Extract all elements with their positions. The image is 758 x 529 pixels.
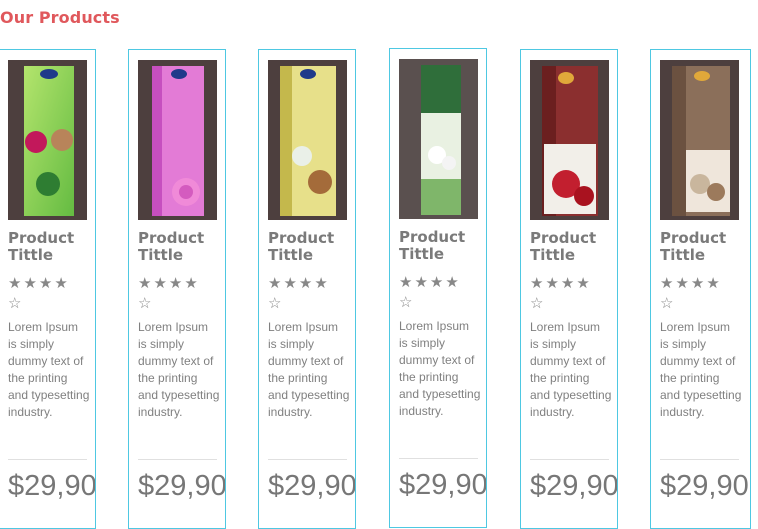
- star-rating: ★★★★☆: [138, 275, 200, 312]
- divider: [660, 459, 739, 460]
- product-card[interactable]: Product Tittle ★★★★☆ Lorem Ipsum is simp…: [389, 48, 487, 528]
- divider: [268, 459, 347, 460]
- product-price: $29,90: [399, 469, 487, 501]
- product-title[interactable]: Product Tittle: [530, 230, 614, 264]
- star-rating: ★★★★☆: [8, 275, 70, 312]
- product-description: Lorem Ipsum is simply dummy text of the …: [660, 320, 742, 419]
- product-card[interactable]: Product Tittle ★★★★☆ Lorem Ipsum is simp…: [520, 49, 618, 529]
- product-description: Lorem Ipsum is simply dummy text of the …: [530, 320, 612, 419]
- product-card[interactable]: Product Tittle ★★★★☆ Lorem Ipsum is simp…: [0, 49, 96, 529]
- product-image[interactable]: [530, 60, 609, 220]
- product-card[interactable]: Product Tittle ★★★★☆ Lorem Ipsum is simp…: [128, 49, 226, 529]
- divider: [8, 459, 87, 460]
- product-price: $29,90: [530, 470, 618, 502]
- product-description: Lorem Ipsum is simply dummy text of the …: [399, 319, 481, 418]
- star-rating: ★★★★☆: [399, 274, 461, 311]
- product-price: $29,90: [138, 470, 226, 502]
- product-title[interactable]: Product Tittle: [399, 229, 483, 263]
- product-box-icon: [399, 59, 478, 219]
- product-title[interactable]: Product Tittle: [138, 230, 222, 264]
- product-box-icon: [138, 60, 217, 220]
- star-rating: ★★★★☆: [660, 275, 722, 312]
- product-box-icon: [268, 60, 347, 220]
- product-box-icon: [8, 60, 87, 220]
- product-card[interactable]: Product Tittle ★★★★☆ Lorem Ipsum is simp…: [258, 49, 356, 529]
- star-rating: ★★★★☆: [530, 275, 592, 312]
- product-price: $29,90: [268, 470, 356, 502]
- product-image[interactable]: [8, 60, 87, 220]
- product-price: $29,90: [660, 470, 749, 502]
- product-box-icon: [530, 60, 609, 220]
- product-description: Lorem Ipsum is simply dummy text of the …: [8, 320, 90, 419]
- star-rating: ★★★★☆: [268, 275, 330, 312]
- product-image[interactable]: [268, 60, 347, 220]
- product-image[interactable]: [138, 60, 217, 220]
- divider: [399, 458, 478, 459]
- product-title[interactable]: Product Tittle: [8, 230, 92, 264]
- product-title[interactable]: Product Tittle: [660, 230, 744, 264]
- product-description: Lorem Ipsum is simply dummy text of the …: [138, 320, 220, 419]
- product-card[interactable]: Product Tittle ★★★★☆ Lorem Ipsum is simp…: [650, 49, 751, 529]
- product-image[interactable]: [660, 60, 739, 220]
- product-image[interactable]: [399, 59, 478, 219]
- product-price: $29,90: [8, 470, 96, 502]
- product-title[interactable]: Product Tittle: [268, 230, 352, 264]
- section-title: Our Products: [0, 8, 120, 27]
- divider: [530, 459, 609, 460]
- product-description: Lorem Ipsum is simply dummy text of the …: [268, 320, 350, 419]
- product-box-icon: [660, 60, 739, 220]
- divider: [138, 459, 217, 460]
